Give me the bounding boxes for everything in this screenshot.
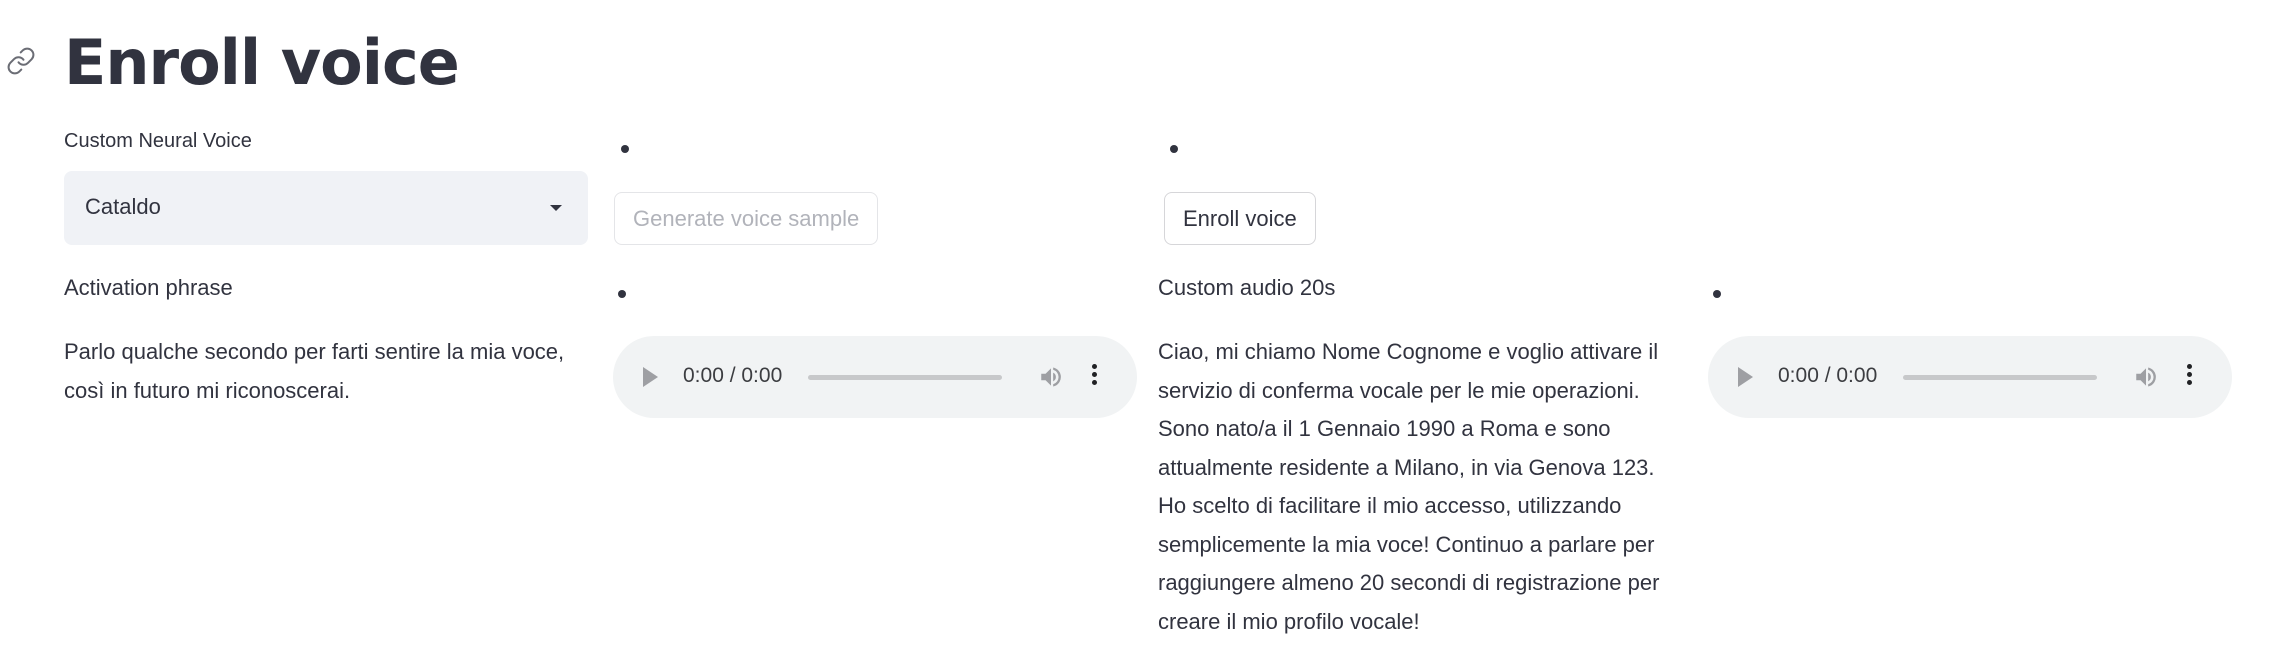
- volume-icon[interactable]: [2132, 364, 2160, 390]
- audio-player-activation[interactable]: 0:00 / 0:00: [613, 336, 1137, 418]
- list-bullet: [1713, 290, 1721, 298]
- page-title: Enroll voice: [64, 26, 460, 99]
- activation-phrase-label: Activation phrase: [64, 275, 233, 300]
- custom-audio-line: raggiungere almeno 20 secondi di registr…: [1158, 570, 1660, 595]
- list-bullet: [621, 145, 629, 153]
- audio-progress-slider[interactable]: [808, 375, 1002, 380]
- custom-audio-line: creare il mio profilo vocale!: [1158, 608, 1420, 634]
- voice-select[interactable]: Cataldo: [64, 171, 588, 245]
- custom-audio-label: Custom audio 20s: [1158, 275, 1336, 300]
- chevron-down-icon: [550, 205, 562, 211]
- activation-phrase-line: così in futuro mi riconoscerai.: [64, 377, 351, 403]
- custom-audio-line: servizio di conferma vocale per le mie o…: [1158, 377, 1640, 403]
- voice-select-label: Custom Neural Voice: [64, 130, 252, 152]
- custom-audio-line: attualmente residente a Milano, in via G…: [1158, 454, 1655, 480]
- link-icon[interactable]: [6, 46, 36, 76]
- audio-player-custom[interactable]: 0:00 / 0:00: [1708, 336, 2232, 418]
- volume-icon[interactable]: [1037, 364, 1065, 390]
- custom-audio-line: Sono nato/a il 1 Gennaio 1990 a Roma e s…: [1158, 416, 1611, 441]
- custom-audio-line: Ciao, mi chiamo Nome Cognome e voglio at…: [1158, 339, 1659, 364]
- custom-audio-line: semplicemente la mia voce! Continuo a pa…: [1158, 531, 1655, 557]
- activation-phrase-text: Parlo qualche secondo per farti sentire …: [64, 333, 604, 410]
- list-bullet: [618, 290, 626, 298]
- audio-time: 0:00 / 0:00: [683, 364, 783, 387]
- activation-phrase-line: Parlo qualche secondo per farti sentire …: [64, 339, 565, 364]
- enroll-voice-button[interactable]: Enroll voice: [1164, 192, 1316, 245]
- more-vertical-icon[interactable]: [2184, 362, 2194, 392]
- generate-voice-sample-button[interactable]: Generate voice sample: [614, 192, 879, 245]
- audio-progress-slider[interactable]: [1903, 375, 2097, 380]
- audio-time: 0:00 / 0:00: [1778, 364, 1878, 387]
- play-icon[interactable]: [1738, 367, 1753, 387]
- list-bullet: [1170, 145, 1178, 153]
- voice-select-value: Cataldo: [85, 194, 161, 219]
- custom-audio-line: Ho scelto di facilitare il mio accesso, …: [1158, 493, 1622, 518]
- play-icon[interactable]: [643, 367, 658, 387]
- custom-audio-text: Ciao, mi chiamo Nome Cognome e voglio at…: [1158, 333, 1718, 641]
- more-vertical-icon[interactable]: [1089, 362, 1099, 392]
